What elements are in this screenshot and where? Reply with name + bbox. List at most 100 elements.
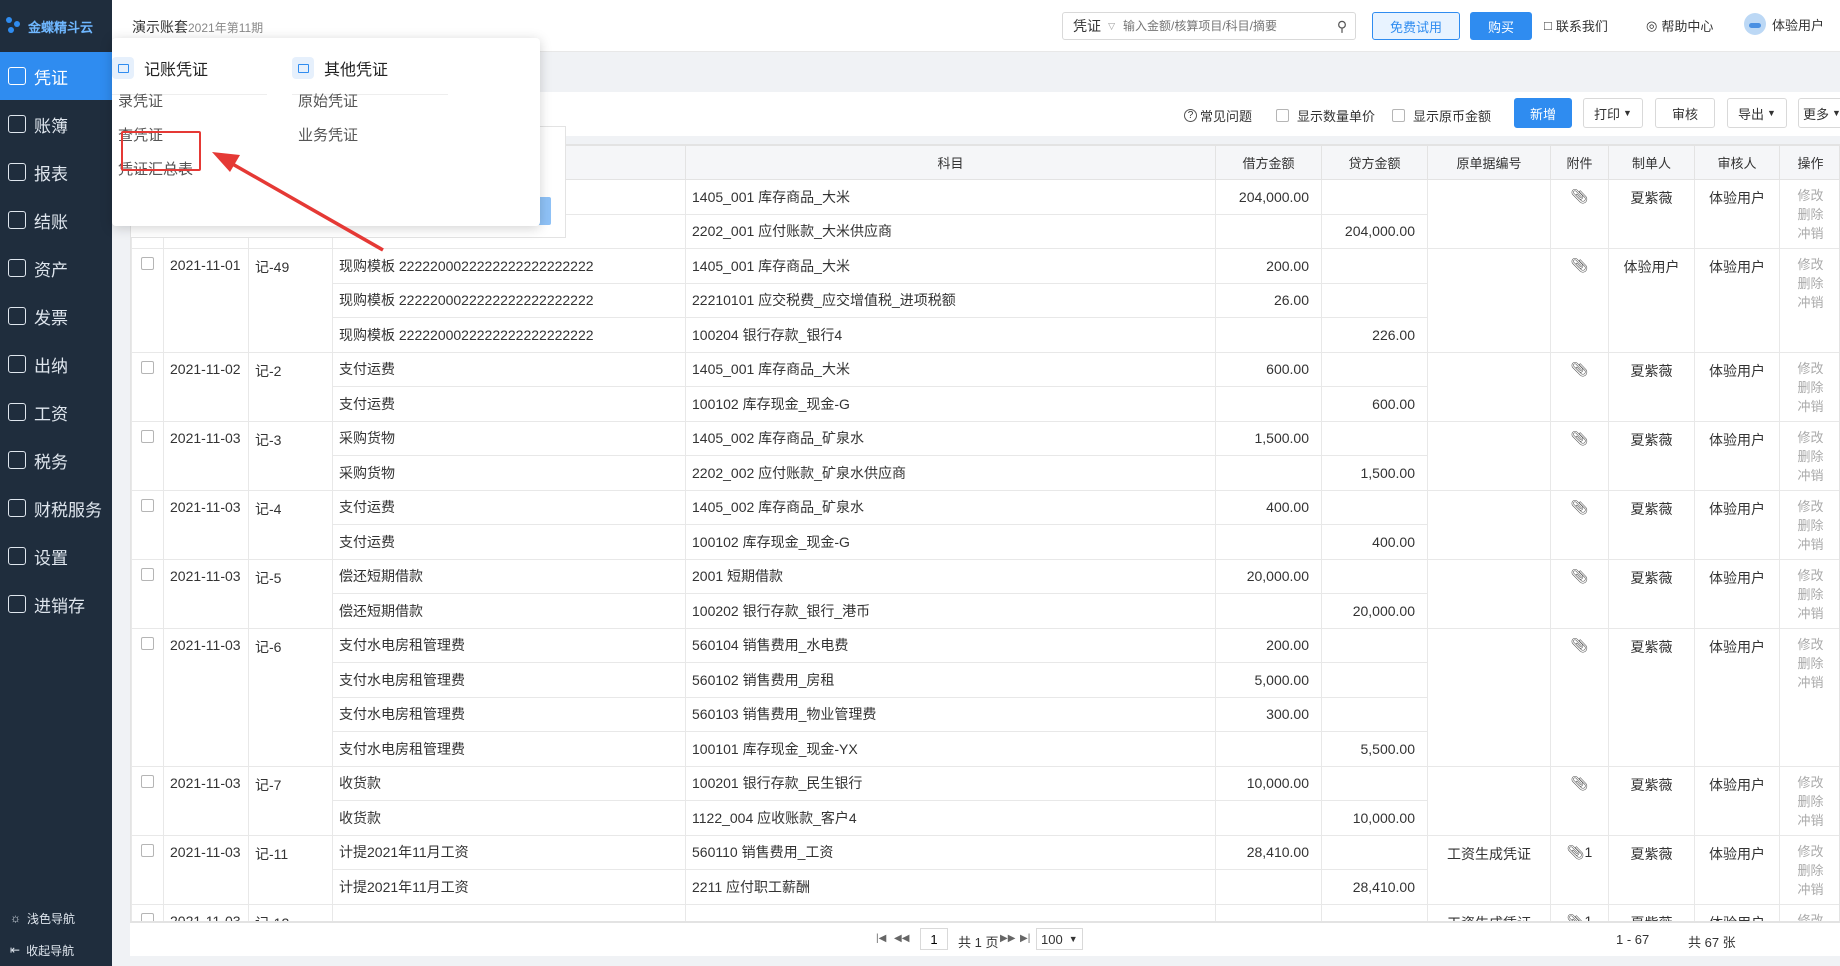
- user-menu[interactable]: 体验用户: [1744, 13, 1824, 35]
- last-page-button[interactable]: ▶|: [1020, 933, 1030, 944]
- sidebar-item-settings[interactable]: 设置: [0, 532, 112, 580]
- sidebar-item-invoice[interactable]: 发票: [0, 292, 112, 340]
- row-checkbox[interactable]: [141, 912, 154, 921]
- paperclip-icon[interactable]: 📎︎: [1571, 431, 1589, 447]
- voucher-number[interactable]: 记-5: [248, 558, 333, 629]
- attachment-cell: 📎︎: [1550, 558, 1609, 629]
- line-credit: [1321, 834, 1428, 870]
- action-reverse-link[interactable]: 冲销: [1781, 811, 1840, 830]
- voucher-number[interactable]: 记-2: [248, 351, 333, 422]
- action-edit-link[interactable]: 修改: [1781, 497, 1840, 516]
- line-summary: 支付水电房租管理费: [332, 662, 686, 698]
- row-checkbox[interactable]: [141, 360, 154, 374]
- action-edit-link[interactable]: 修改: [1781, 773, 1840, 792]
- search-type-select[interactable]: 凭证 ▽: [1063, 16, 1121, 36]
- action-reverse-link[interactable]: 冲销: [1781, 224, 1840, 243]
- pagination: |◀ ◀◀ 共 1 页 ▶▶ ▶| 100▼ 1 - 67 共 67 张: [130, 922, 1840, 956]
- paperclip-icon[interactable]: 📎︎: [1571, 500, 1589, 516]
- action-reverse-link[interactable]: 冲销: [1781, 535, 1840, 554]
- show-quantity-checkbox[interactable]: 显示数量单价: [1276, 106, 1375, 125]
- page-size-select[interactable]: 100 ▼: [1036, 928, 1083, 950]
- paperclip-icon[interactable]: 📎︎: [1567, 914, 1585, 922]
- paperclip-icon[interactable]: 📎︎: [1571, 776, 1589, 792]
- search-input[interactable]: [1121, 18, 1329, 34]
- sidebar-item-inventory[interactable]: 进销存: [0, 580, 112, 628]
- free-trial-button[interactable]: 免费试用: [1372, 12, 1460, 40]
- action-edit-link[interactable]: 修改: [1781, 255, 1840, 274]
- row-checkbox[interactable]: [141, 429, 154, 443]
- page-number-input[interactable]: [920, 928, 948, 950]
- voucher-maker: 夏紫薇: [1608, 420, 1695, 491]
- paperclip-icon[interactable]: 📎︎: [1571, 189, 1589, 205]
- voucher-number[interactable]: 记-6: [248, 627, 333, 767]
- voucher-auditor: 体验用户: [1694, 903, 1780, 921]
- sidebar-item-salary[interactable]: 工资: [0, 388, 112, 436]
- action-delete-link[interactable]: 删除: [1781, 861, 1840, 880]
- audit-button[interactable]: 审核: [1655, 98, 1715, 128]
- action-reverse-link[interactable]: 冲销: [1781, 397, 1840, 416]
- paperclip-icon[interactable]: 📎︎: [1571, 258, 1589, 274]
- sidebar-footer-collapse[interactable]: ⇤ 收起导航: [0, 934, 112, 966]
- sidebar-item-service[interactable]: 财税服务: [0, 484, 112, 532]
- print-button[interactable]: 打印 ▼: [1583, 98, 1643, 128]
- action-edit-link[interactable]: 修改: [1781, 186, 1840, 205]
- action-reverse-link[interactable]: 冲销: [1781, 293, 1840, 312]
- line-account: 2211 应付职工薪酬: [685, 869, 1216, 905]
- voucher-number[interactable]: 记-49: [248, 248, 333, 353]
- show-original-currency-checkbox[interactable]: 显示原币金额: [1392, 106, 1491, 125]
- help-center-link[interactable]: ◎ 帮助中心: [1646, 16, 1713, 35]
- action-delete-link[interactable]: 删除: [1781, 516, 1840, 535]
- action-edit-link[interactable]: 修改: [1781, 566, 1840, 585]
- action-delete-link[interactable]: 删除: [1781, 447, 1840, 466]
- row-checkbox[interactable]: [141, 774, 154, 788]
- row-checkbox[interactable]: [141, 843, 154, 857]
- buy-button[interactable]: 购买: [1470, 12, 1532, 40]
- paperclip-icon[interactable]: 📎︎: [1567, 845, 1585, 861]
- action-edit-link[interactable]: 修改: [1781, 842, 1840, 861]
- paperclip-icon[interactable]: 📎︎: [1571, 362, 1589, 378]
- action-delete-link[interactable]: 删除: [1781, 274, 1840, 293]
- sidebar-item-label: 工资: [34, 404, 68, 424]
- prev-page-button[interactable]: ◀◀: [894, 933, 909, 944]
- row-checkbox-cell: [131, 558, 164, 629]
- contact-link[interactable]: □ 联系我们: [1544, 16, 1608, 35]
- action-reverse-link[interactable]: 冲销: [1781, 466, 1840, 485]
- origin-number: [1427, 765, 1551, 836]
- action-delete-link[interactable]: 删除: [1781, 378, 1840, 397]
- line-debit: [1215, 386, 1322, 422]
- search-icon[interactable]: ⚲: [1329, 18, 1355, 35]
- more-button[interactable]: 更多 ▼: [1798, 98, 1840, 128]
- faq-link[interactable]: ? 常见问题: [1184, 106, 1252, 125]
- row-checkbox[interactable]: [141, 567, 154, 581]
- export-button[interactable]: 导出 ▼: [1727, 98, 1787, 128]
- action-delete-link[interactable]: 删除: [1781, 654, 1840, 673]
- action-edit-link[interactable]: 修改: [1781, 359, 1840, 378]
- voucher-number[interactable]: 记-7: [248, 765, 333, 836]
- voucher-number[interactable]: 记-11: [248, 834, 333, 905]
- voucher-maker: 夏紫薇: [1608, 903, 1695, 921]
- next-page-button[interactable]: ▶▶: [1000, 933, 1015, 944]
- voucher-number[interactable]: 记-3: [248, 420, 333, 491]
- voucher-auditor: 体验用户: [1694, 834, 1780, 905]
- action-delete-link[interactable]: 删除: [1781, 205, 1840, 224]
- action-delete-link[interactable]: 删除: [1781, 585, 1840, 604]
- first-page-button[interactable]: |◀: [876, 933, 886, 944]
- action-reverse-link[interactable]: 冲销: [1781, 880, 1840, 899]
- action-edit-link[interactable]: 修改: [1781, 635, 1840, 654]
- row-checkbox[interactable]: [141, 498, 154, 512]
- paperclip-icon[interactable]: 📎︎: [1571, 569, 1589, 585]
- row-checkbox[interactable]: [141, 636, 154, 650]
- action-edit-link[interactable]: 修改: [1781, 911, 1840, 922]
- line-summary: 计提2021年11月工资: [332, 869, 686, 905]
- add-voucher-button[interactable]: 新增: [1514, 98, 1572, 128]
- sidebar-item-tax[interactable]: 税务: [0, 436, 112, 484]
- voucher-number[interactable]: 记-12: [248, 903, 333, 921]
- action-reverse-link[interactable]: 冲销: [1781, 604, 1840, 623]
- action-reverse-link[interactable]: 冲销: [1781, 673, 1840, 692]
- sidebar-footer-sun[interactable]: ☼ 浅色导航: [0, 902, 112, 934]
- action-delete-link[interactable]: 删除: [1781, 792, 1840, 811]
- voucher-number[interactable]: 记-4: [248, 489, 333, 560]
- action-edit-link[interactable]: 修改: [1781, 428, 1840, 447]
- paperclip-icon[interactable]: 📎︎: [1571, 638, 1589, 654]
- sidebar-item-cashier[interactable]: 出纳: [0, 340, 112, 388]
